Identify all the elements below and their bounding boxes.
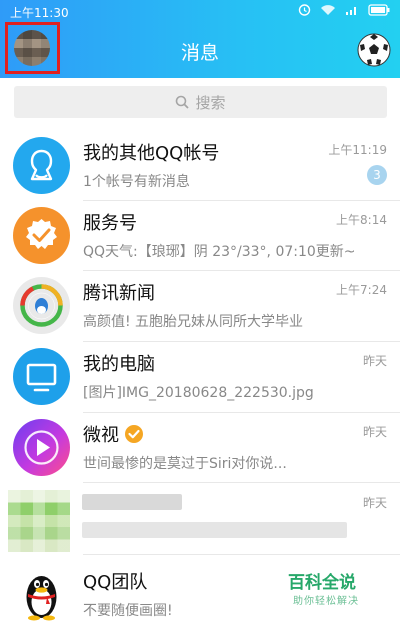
conversation-preview: QQ天气:【琅琊】阴 23°/33°, 07:10更新~ (83, 244, 356, 260)
conversation-time: 昨天 (362, 354, 387, 368)
conversation-preview: 不要随便画圈! (83, 603, 173, 619)
signal-icon (346, 6, 356, 15)
conversation-preview: 1个帐号有新消息 (83, 174, 190, 190)
search-icon (176, 95, 190, 109)
conversation-time: 上午8:14 (336, 213, 387, 227)
battery-icon (368, 3, 390, 16)
qq-team-avatar (13, 566, 70, 623)
conversation-name: 服务号 (83, 213, 137, 234)
blurred-preview (82, 522, 347, 538)
football-icon[interactable] (357, 33, 391, 67)
status-icons (298, 3, 390, 16)
conversation-preview: 高颜值! 五胞胎兄妹从同所大学毕业 (83, 314, 304, 330)
blurred-avatar (8, 490, 70, 552)
conversation-time: 上午11:19 (328, 143, 387, 157)
weishi-icon (24, 430, 59, 465)
header-bar: 上午11:30 消息 (0, 0, 400, 78)
conversation-item[interactable]: 服务号 QQ天气:【琅琊】阴 23°/33°, 07:10更新~ 上午8:14 (0, 201, 400, 271)
service-badge-icon (26, 219, 57, 249)
conversation-time: 上午7:24 (336, 283, 387, 297)
conversation-preview: 世间最惨的是莫过于Siri对你说... (83, 456, 287, 472)
conversation-name: 微视 (83, 421, 144, 447)
search-placeholder: 搜索 (195, 93, 226, 112)
conversation-name-text: 微视 (83, 425, 119, 446)
conversation-item[interactable]: 我的其他QQ帐号 1个帐号有新消息 上午11:19 3 (0, 131, 400, 201)
service-avatar (13, 207, 70, 264)
page-title: 消息 (180, 42, 219, 64)
computer-avatar (13, 348, 70, 405)
conversation-name: QQ团队 (83, 572, 148, 593)
unread-badge: 3 (367, 165, 387, 185)
conversation-preview: [图片]IMG_20180628_222530.jpg (83, 385, 314, 401)
verified-icon (125, 425, 143, 443)
conversation-item[interactable]: 昨天 (0, 484, 400, 554)
conversation-time: 昨天 (362, 496, 387, 510)
watermark-title: 百科全说 (288, 573, 356, 593)
conversation-item[interactable]: 微视 世间最惨的是莫过于Siri对你说... 昨天 (0, 413, 400, 483)
wifi-icon (321, 4, 335, 15)
tencent-news-avatar (13, 277, 70, 334)
alarm-icon (298, 4, 311, 16)
status-time: 上午11:30 (10, 6, 69, 20)
contacts-icon (30, 149, 53, 181)
watermark-subtitle: 助你轻松解决 (293, 596, 359, 607)
status-bar: 上午11:30 (0, 0, 400, 22)
computer-icon (26, 363, 57, 392)
conversation-name: 腾讯新闻 (83, 283, 155, 304)
divider (83, 482, 400, 483)
qq-penguin-icon (26, 576, 57, 621)
conversation-item[interactable]: 腾讯新闻 高颜值! 五胞胎兄妹从同所大学毕业 上午7:24 (0, 271, 400, 341)
conversation-name: 我的电脑 (83, 354, 155, 375)
weishi-avatar (13, 419, 70, 476)
contacts-avatar (13, 137, 70, 194)
divider (83, 554, 400, 555)
search-bar[interactable]: 搜索 (14, 86, 387, 118)
blurred-name (82, 494, 182, 510)
conversation-item[interactable]: 我的电脑 [图片]IMG_20180628_222530.jpg 昨天 (0, 342, 400, 412)
conversation-name: 我的其他QQ帐号 (83, 143, 220, 164)
tencent-news-icon (20, 284, 63, 327)
conversation-time: 昨天 (362, 425, 387, 439)
